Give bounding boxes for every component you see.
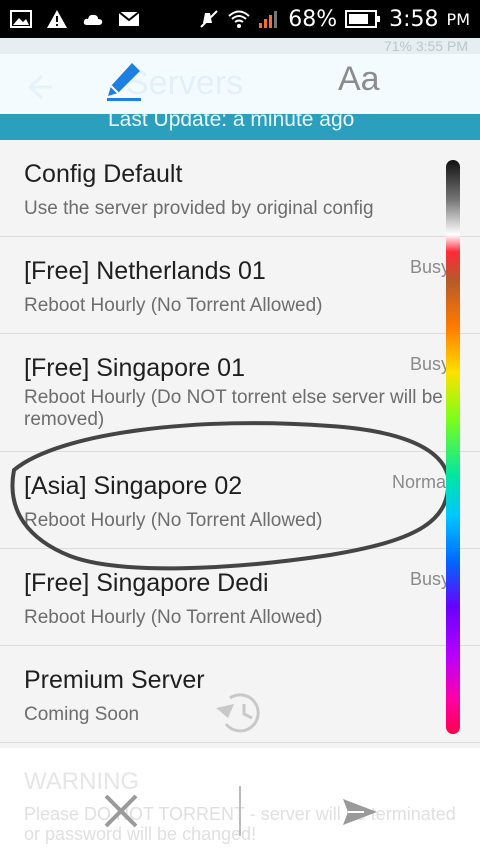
- server-description: Reboot Hourly (Do NOT torrent else serve…: [24, 387, 443, 430]
- gallery-icon: [10, 10, 32, 28]
- server-description: Reboot Hourly (No Torrent Allowed): [24, 607, 323, 628]
- signal-icon: [259, 11, 278, 28]
- server-title: [Free] Singapore 01: [24, 354, 245, 382]
- server-title: [Free] Netherlands 01: [24, 257, 266, 285]
- server-row-config-default[interactable]: Config Default Use the server provided b…: [0, 140, 480, 237]
- server-row-netherlands-01[interactable]: [Free] Netherlands 01 Reboot Hourly (No …: [0, 237, 480, 334]
- last-update-text: Last Update: a minute ago: [108, 114, 355, 131]
- pencil-icon[interactable]: [104, 60, 144, 104]
- battery-icon: [345, 10, 381, 28]
- server-description: Use the server provided by original conf…: [24, 198, 374, 219]
- mail-icon: [118, 11, 140, 26]
- update-banner: Last Update: a minute ago: [0, 114, 480, 140]
- status-bar: 68% 3:58 PM: [0, 0, 480, 38]
- color-scale-slider[interactable]: [446, 160, 460, 734]
- ghost-right: 71% 3:55 PM: [383, 38, 468, 54]
- app-toolbar: Servers Aa: [0, 54, 480, 114]
- clock-time: 3:58: [389, 6, 439, 32]
- server-status: Busy: [409, 257, 450, 277]
- warning-icon: [47, 10, 67, 28]
- warning-title: WARNING: [24, 768, 140, 795]
- server-list: Config Default Use the server provided b…: [0, 140, 480, 743]
- server-title: Premium Server: [24, 666, 205, 694]
- mute-icon: [200, 10, 218, 28]
- system-icons: 68% 3:58 PM: [198, 7, 470, 32]
- ghost-header: 71% 3:55 PM: [0, 38, 480, 54]
- server-description: Reboot Hourly (No Torrent Allowed): [24, 295, 323, 316]
- server-row-singapore-dedi[interactable]: [Free] Singapore Dedi Reboot Hourly (No …: [0, 549, 480, 646]
- cloud-icon: [83, 14, 103, 25]
- server-title: [Free] Singapore Dedi: [24, 569, 269, 597]
- font-size-tab[interactable]: Aa: [338, 60, 380, 99]
- warning-text: Please DO NOT TORRENT - server will be t…: [24, 804, 456, 844]
- action-divider: [239, 786, 241, 836]
- history-icon[interactable]: [214, 690, 266, 734]
- send-icon[interactable]: [342, 795, 378, 829]
- wifi-icon: [228, 10, 250, 28]
- server-status: Busy: [409, 354, 450, 374]
- server-row-singapore-01[interactable]: [Free] Singapore 01 Reboot Hourly (Do NO…: [0, 334, 480, 452]
- notification-icons: [10, 9, 140, 29]
- close-icon[interactable]: [104, 794, 138, 828]
- server-row-asia-singapore-02[interactable]: [Asia] Singapore 02 Reboot Hourly (No To…: [0, 452, 480, 549]
- back-arrow-icon[interactable]: [24, 72, 54, 102]
- server-title: [Asia] Singapore 02: [24, 472, 243, 500]
- server-status: Normal: [391, 472, 450, 492]
- server-description: Reboot Hourly (No Torrent Allowed): [24, 510, 323, 531]
- server-status: Busy: [409, 569, 450, 589]
- battery-percent: 68%: [288, 6, 338, 32]
- clock-ampm: PM: [446, 9, 470, 29]
- server-title: Config Default: [24, 160, 183, 188]
